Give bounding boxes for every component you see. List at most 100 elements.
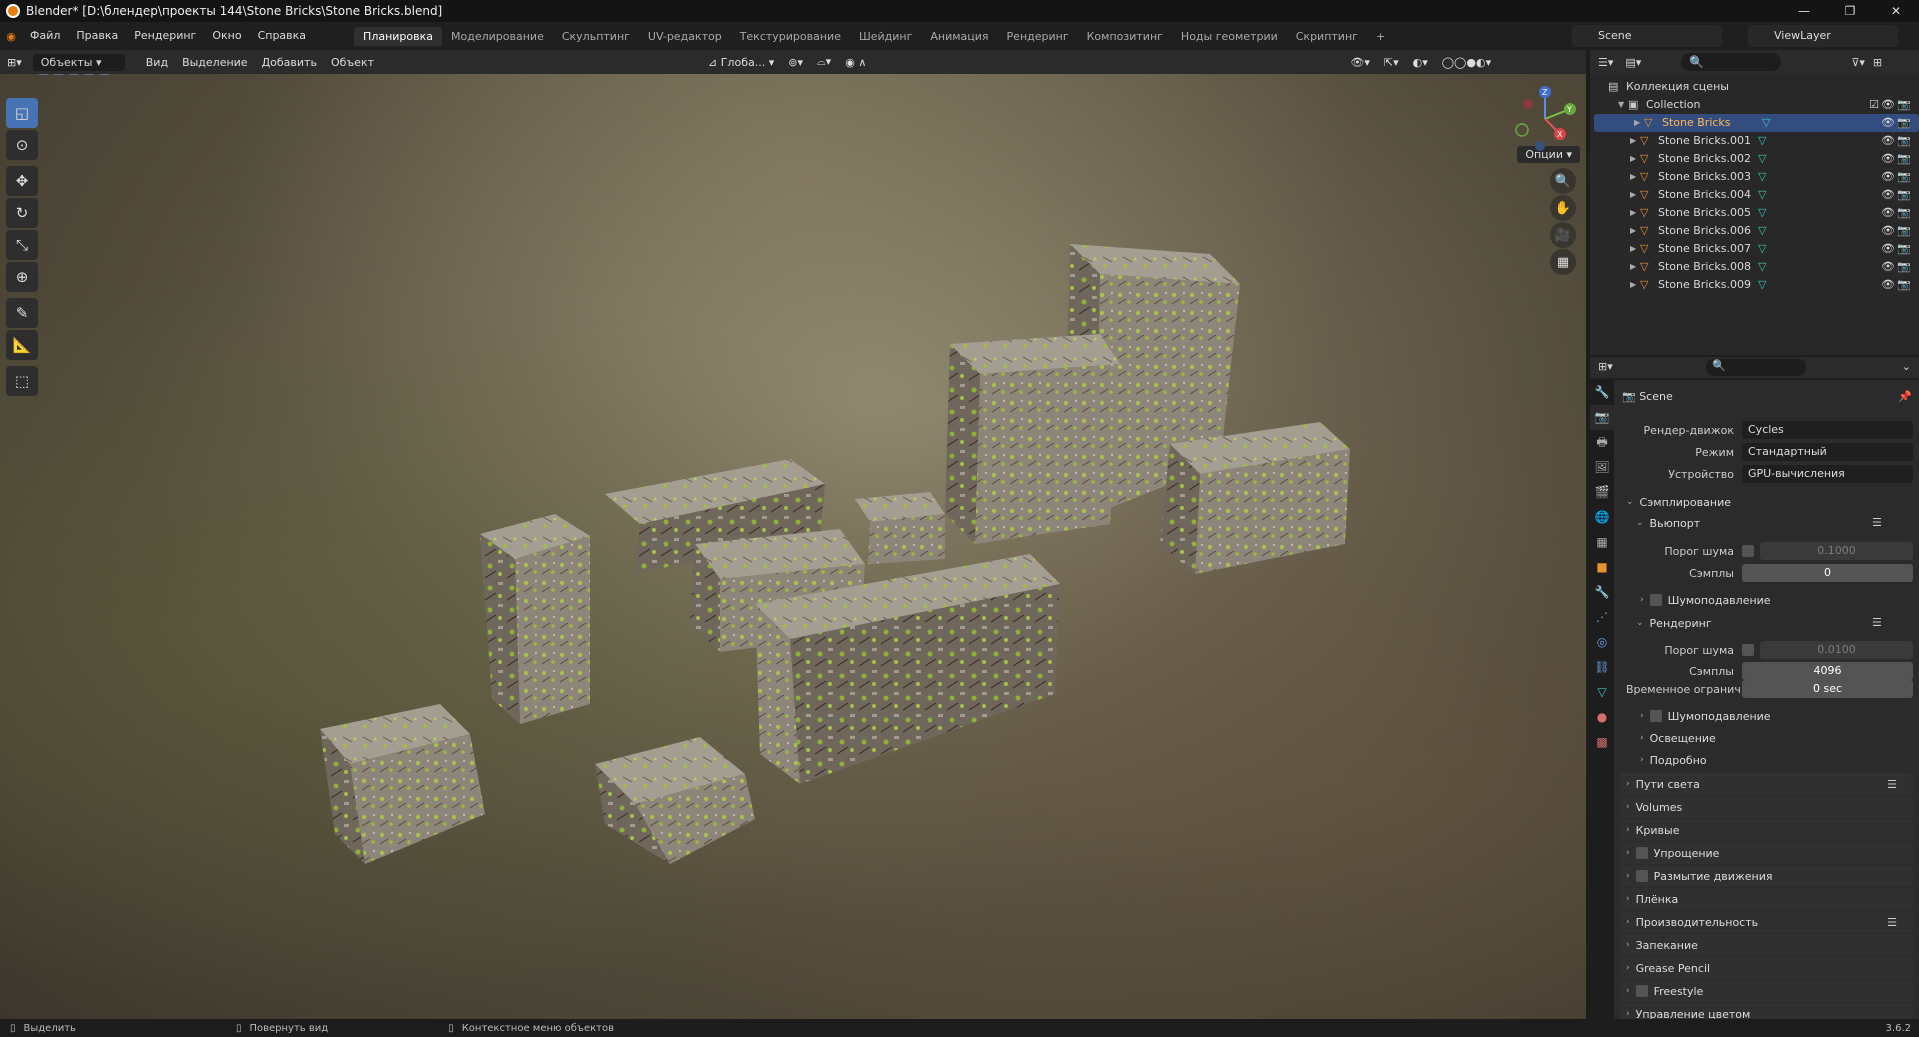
outliner-object-row[interactable]: ▶ ▽ Stone Bricks.007 ▽ 👁 📷 [1590,240,1919,258]
tab-geometry-nodes[interactable]: Ноды геометрии [1172,27,1287,46]
pan-hand-icon[interactable]: ✋ [1550,195,1576,221]
subpanel-lights[interactable]: › Освещение [1640,729,1716,747]
panel-6[interactable]: › Производительность ☰ [1620,911,1913,933]
menu-render[interactable]: Рендеринг [126,22,204,50]
tab-uv-editing[interactable]: UV-редактор [639,27,731,46]
select-box-tool[interactable]: ◱ [6,98,38,128]
panel-checkbox[interactable] [1635,847,1648,859]
panel-checkbox[interactable] [1635,985,1648,997]
proportional-edit-icon[interactable]: ◉ ∧ [838,56,873,69]
chevron-down-icon[interactable]: ⌄ [1902,360,1911,373]
data-tab-icon[interactable]: ▽ [1590,680,1614,705]
subpanel-render[interactable]: ⌄ Рендеринг [1636,614,1712,632]
tab-sculpting[interactable]: Скульптинг [553,27,639,46]
shading-modes-icon[interactable]: ◯◯●◐▾ [1435,56,1498,69]
3d-viewport[interactable]: ▣ ▣ ▣ ▣ ▣ Опции ▾ [0,74,1586,1019]
outliner-object-row[interactable]: ▶ ▽ Stone Bricks.009 ▽ 👁 📷 [1590,276,1919,294]
camera-icon[interactable]: 📷 [1897,186,1911,204]
denoise-checkbox[interactable] [1649,710,1662,722]
eye-icon[interactable]: 👁 [1881,204,1895,222]
chevron-down-icon[interactable]: ▼ [1618,96,1628,114]
subpanel-render-denoise[interactable]: › Шумоподавление [1640,707,1771,725]
navigation-gizmo[interactable]: Z Y X [1510,84,1580,154]
checkbox-icon[interactable]: ☑ [1869,96,1879,114]
mesh-data-icon[interactable]: ▽ [1758,258,1766,276]
cursor-tool[interactable]: ⊙ [6,130,38,160]
chevron-right-icon[interactable]: ▶ [1630,150,1640,168]
physics-tab-icon[interactable]: ◎ [1590,630,1614,655]
new-collection-icon[interactable]: ⊞ [1873,56,1882,69]
particles-tab-icon[interactable]: ⋰ [1590,605,1614,630]
modifier-tab-icon[interactable]: 🔧 [1590,580,1614,605]
zoom-icon[interactable]: 🔍 [1550,168,1576,194]
minimize-button[interactable]: — [1781,0,1827,22]
object-name[interactable]: Stone Bricks.008 [1658,258,1751,276]
display-mode-icon[interactable]: ▤▾ [1625,56,1641,69]
tab-rendering[interactable]: Рендеринг [998,27,1078,46]
object-tab-icon[interactable]: ■ [1590,555,1614,580]
rotate-tool[interactable]: ↻ [6,198,38,228]
object-name[interactable]: Stone Bricks.002 [1658,150,1751,168]
outliner-object-row[interactable]: ▶ ▽ Stone Bricks.008 ▽ 👁 📷 [1590,258,1919,276]
panel-7[interactable]: › Запекание [1620,934,1913,956]
panel-5[interactable]: › Плёнка [1620,888,1913,910]
eye-icon[interactable]: 👁 [1881,96,1895,114]
mesh-data-icon[interactable]: ▽ [1758,240,1766,258]
tab-animation[interactable]: Анимация [921,27,997,46]
close-button[interactable]: ✕ [1873,0,1919,22]
collection-tab-icon[interactable]: ▦ [1590,530,1614,555]
maximize-button[interactable]: ❐ [1827,0,1873,22]
presets-list-icon[interactable]: ☰ [1887,916,1897,929]
menu-window[interactable]: Окно [204,22,249,50]
chevron-right-icon[interactable]: ▶ [1630,276,1640,294]
mesh-data-icon[interactable]: ▽ [1758,132,1766,150]
panel-4[interactable]: › Размытие движения [1620,865,1913,887]
mesh-data-icon[interactable]: ▽ [1758,204,1766,222]
panel-2[interactable]: › Кривые [1620,819,1913,841]
object-name[interactable]: Stone Bricks.009 [1658,276,1751,294]
camera-icon[interactable]: 📷 [1897,114,1911,132]
presets-list-icon[interactable]: ☰ [1887,778,1897,791]
camera-icon[interactable]: 📷 [1897,96,1911,114]
collection-row[interactable]: ▼ ▣ Collection ☑ 👁 📷 [1590,96,1919,114]
menu-object[interactable]: Объект [324,56,381,69]
eye-icon[interactable]: 👁 [1881,150,1895,168]
properties-editor-icon[interactable]: ⊞▾ [1598,360,1613,373]
world-tab-icon[interactable]: 🌐 [1590,505,1614,530]
outliner-object-row[interactable]: ▶ ▽ Stone Bricks ▽ 👁 📷 [1594,114,1919,132]
pivot-icon[interactable]: ⊚▾ [781,56,810,69]
camera-icon[interactable]: 📷 [1897,240,1911,258]
camera-icon[interactable]: 📷 [1897,276,1911,294]
camera-icon[interactable]: 📷 [1897,204,1911,222]
panel-9[interactable]: › Freestyle [1620,980,1913,1002]
menu-edit[interactable]: Правка [68,22,126,50]
add-cube-tool[interactable]: ⬚ [6,366,38,396]
eye-icon[interactable]: 👁 [1881,222,1895,240]
render-tab-icon[interactable]: 📷 [1590,405,1614,430]
chevron-right-icon[interactable]: ▶ [1630,240,1640,258]
mesh-data-icon[interactable]: ▽ [1758,150,1766,168]
outliner-object-row[interactable]: ▶ ▽ Stone Bricks.006 ▽ 👁 📷 [1590,222,1919,240]
chevron-right-icon[interactable]: ▶ [1630,258,1640,276]
render-engine-dropdown[interactable]: Cycles [1742,421,1913,439]
measure-tool[interactable]: 📐 [6,330,38,360]
eye-icon[interactable]: 👁 [1881,240,1895,258]
overlay-icon[interactable]: ◐▾ [1406,56,1435,69]
snap-icon[interactable]: ⌓▾ [810,55,838,69]
transform-orientation[interactable]: ⊿ Глоба... ▾ [701,56,781,69]
panel-checkbox[interactable] [1635,870,1648,882]
object-name[interactable]: Stone Bricks.007 [1658,240,1751,258]
eye-icon[interactable]: 👁 [1881,114,1895,132]
outliner-object-row[interactable]: ▶ ▽ Stone Bricks.003 ▽ 👁 📷 [1590,168,1919,186]
eye-icon[interactable]: 👁 [1881,186,1895,204]
menu-help[interactable]: Справка [250,22,314,50]
mesh-data-icon[interactable]: ▽ [1758,186,1766,204]
mode-selector[interactable]: Объекты ▾ [32,53,125,71]
pin-icon[interactable]: 📌 [1898,390,1912,403]
blender-menu-icon[interactable]: ◉ [0,30,22,43]
camera-icon[interactable]: 📷 [1897,168,1911,186]
mesh-data-icon[interactable]: ▽ [1758,276,1766,294]
tab-shading[interactable]: Шейдинг [850,27,921,46]
scene-selector[interactable]: Scene [1572,25,1722,47]
camera-icon[interactable]: 📷 [1897,222,1911,240]
